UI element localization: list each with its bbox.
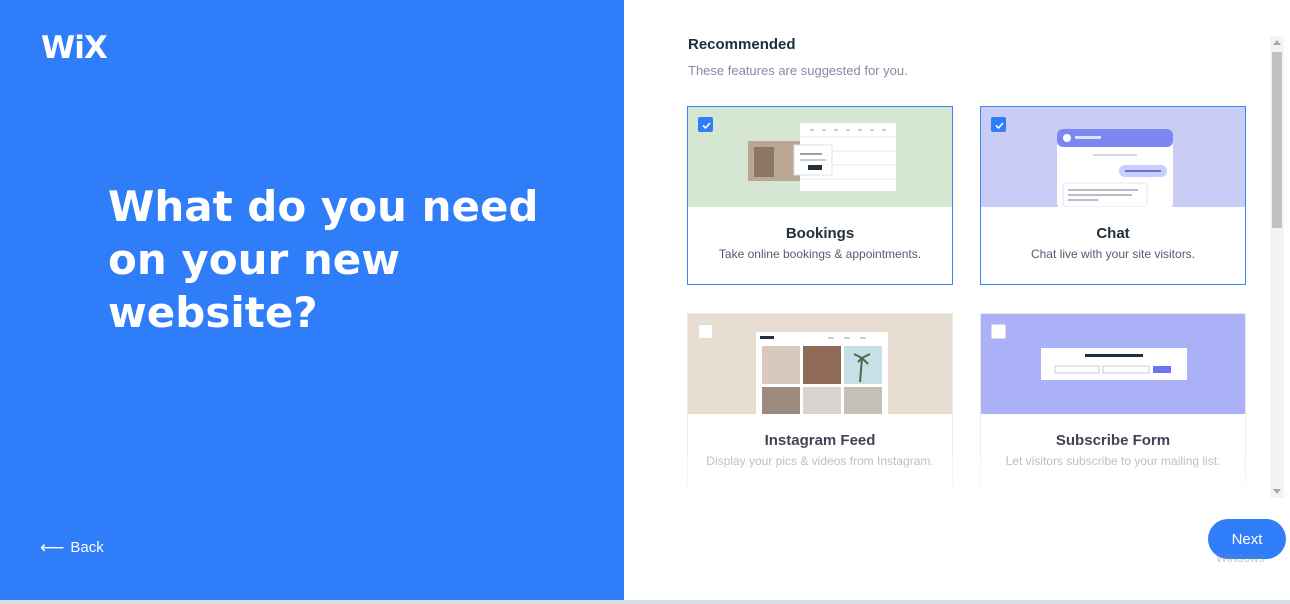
feature-title: Bookings: [785, 225, 855, 242]
scroll-down-icon[interactable]: [1273, 489, 1281, 494]
feature-card-instagram-feed[interactable]: Instagram Feed Display your pics & video…: [687, 313, 953, 495]
left-panel: WiX What do you need on your new website…: [0, 0, 624, 602]
subscribe-thumbnail: [981, 314, 1245, 414]
section-title: Recommended: [688, 36, 796, 53]
feature-description: Chat live with your site visitors.: [1030, 247, 1196, 261]
checkbox-instagram-feed[interactable]: [698, 324, 713, 339]
section-subtitle: These features are suggested for you.: [688, 63, 908, 78]
checkmark-icon: [702, 122, 711, 130]
feature-description: Let visitors subscribe to your mailing l…: [1005, 454, 1221, 468]
feature-title: Instagram Feed: [764, 432, 876, 449]
windows-watermark: Windows: [1216, 551, 1265, 565]
chat-thumbnail: [981, 107, 1245, 207]
wix-logo: WiX: [41, 30, 108, 66]
back-button[interactable]: ⟵ Back: [40, 539, 104, 556]
instagram-thumbnail: [688, 314, 952, 414]
calendar-illustration: [748, 123, 896, 191]
feature-description: Take online bookings & appointments.: [718, 247, 922, 261]
feature-card-chat[interactable]: Chat Chat live with your site visitors.: [980, 106, 1246, 285]
feature-description: Display your pics & videos from Instagra…: [706, 454, 934, 468]
feature-card-subscribe-form[interactable]: Subscribe Form Let visitors subscribe to…: [980, 313, 1246, 495]
right-panel: Recommended These features are suggested…: [624, 0, 1290, 604]
checkbox-bookings[interactable]: [698, 117, 713, 132]
back-label: Back: [70, 539, 104, 556]
subscribe-form-illustration: [1041, 348, 1187, 380]
feature-card-bookings[interactable]: Bookings Take online bookings & appointm…: [687, 106, 953, 285]
checkbox-subscribe-form[interactable]: [991, 324, 1006, 339]
photo-grid-illustration: [756, 332, 888, 414]
feature-title: Subscribe Form: [1055, 432, 1171, 449]
page-headline: What do you need on your new website?: [108, 182, 539, 337]
checkmark-icon: [995, 122, 1004, 130]
scroll-up-icon[interactable]: [1273, 40, 1281, 45]
bookings-thumbnail: [688, 107, 952, 207]
checkbox-chat[interactable]: [991, 117, 1006, 132]
arrow-left-icon: ⟵: [40, 538, 65, 557]
scrollbar-thumb[interactable]: [1272, 52, 1282, 228]
chat-window-illustration: [1057, 129, 1173, 207]
bottom-strip: [0, 600, 1290, 604]
feature-title: Chat: [1096, 225, 1130, 242]
scrollbar[interactable]: [1270, 36, 1284, 498]
